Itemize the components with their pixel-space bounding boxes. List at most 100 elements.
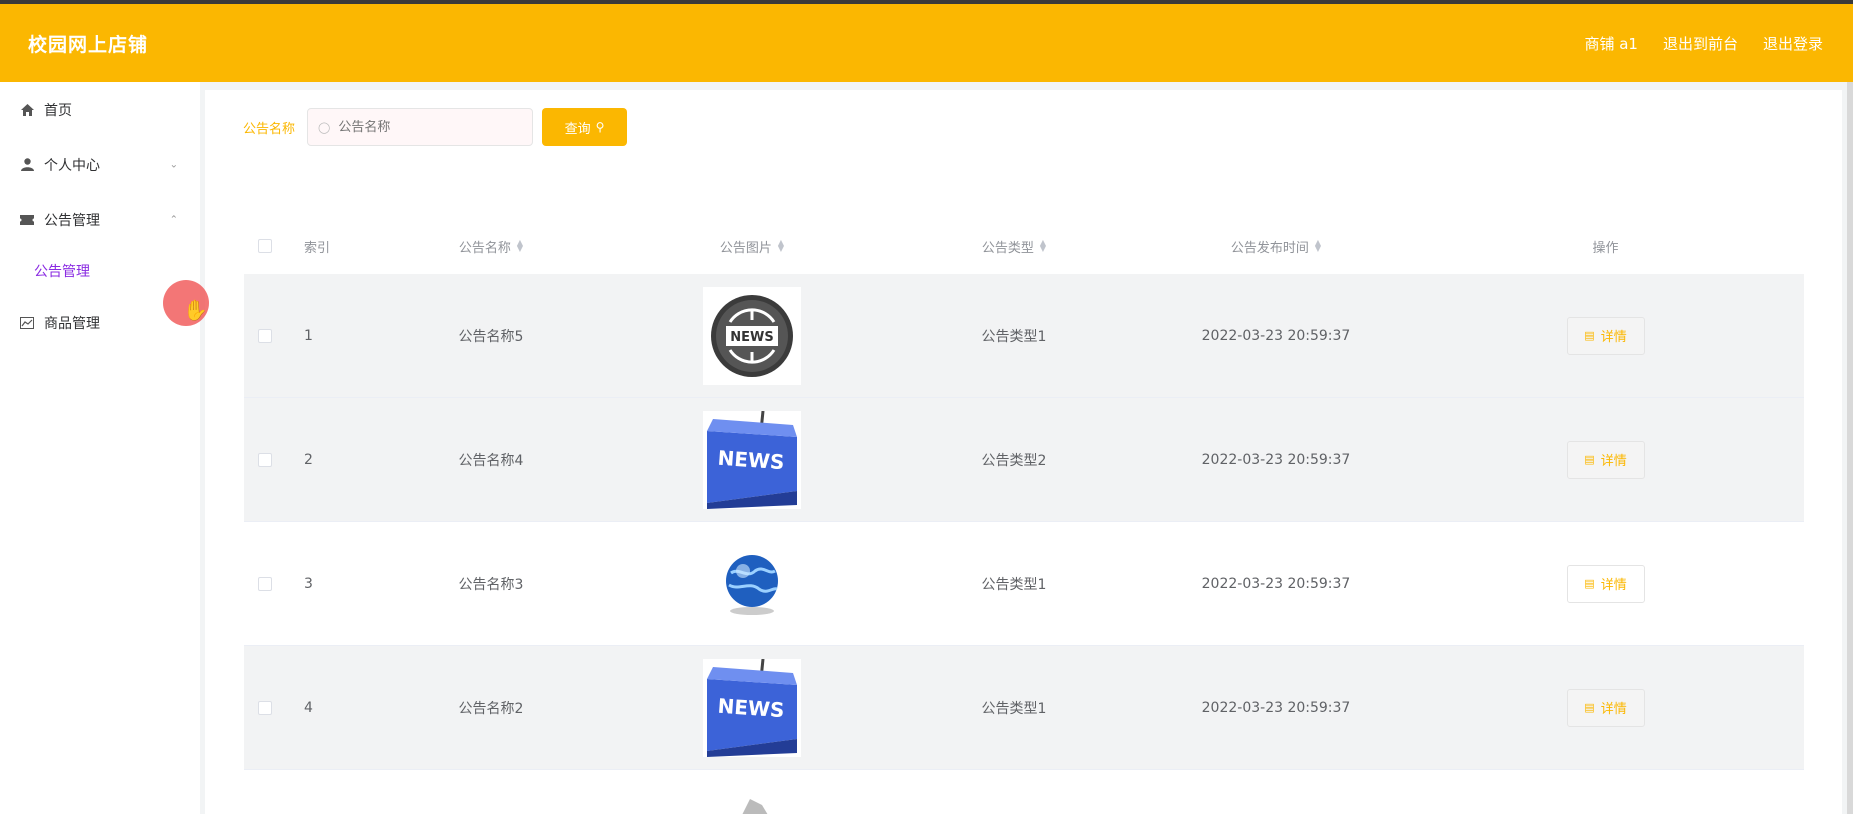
detail-button[interactable]: ▤ 详情 [1566, 564, 1645, 603]
detail-button[interactable]: ▤ 详情 [1566, 316, 1645, 355]
document-icon: ▤ [1584, 329, 1595, 342]
row-checkbox-cell [244, 700, 286, 715]
column-header-index: 索引 [304, 240, 331, 256]
search-button[interactable]: 查询 ⚲ [542, 108, 628, 146]
news-key-icon: NEWS [703, 658, 801, 757]
column-header-actions: 操作 [1592, 240, 1619, 256]
row-image-cell: NEWS [621, 410, 883, 509]
row-checkbox-cell [244, 576, 286, 591]
sidebar-item-label: 首页 [44, 102, 72, 119]
news-globe-icon: NEWS [703, 286, 801, 385]
detail-button-label: 详情 [1600, 702, 1627, 717]
search-icon: ⚲ [595, 120, 605, 134]
row-checkbox[interactable] [258, 452, 272, 467]
row-checkbox[interactable] [258, 700, 272, 715]
chart-icon [18, 316, 36, 329]
document-icon: ▤ [1584, 577, 1595, 590]
sort-icon[interactable]: ▲ ▼ [1315, 239, 1321, 253]
row-index: 2 [304, 451, 313, 468]
row-type: 公告类型1 [981, 576, 1047, 593]
row-time: 2022-03-23 20:59:37 [1201, 699, 1351, 716]
notice-table: 索引 公告名称 ▲ ▼ 公告图片 ▲ ▼ 公告类型 ▲ ▼ 公告发布时间 ▲ ▼ 操作 1 公告… [244, 218, 1804, 814]
row-time: 2022-03-23 20:59:37 [1201, 327, 1351, 344]
row-checkbox[interactable] [258, 328, 272, 343]
row-checkbox-cell [244, 452, 286, 467]
search-label: 公告名称 [243, 121, 296, 137]
row-index: 3 [304, 575, 313, 592]
detail-button[interactable]: ▤ 详情 [1566, 440, 1645, 479]
globe-icon [703, 535, 801, 633]
column-header-name[interactable]: 公告名称 ▲ ▼ [361, 237, 621, 256]
right-scrollbar-strip[interactable] [1847, 82, 1853, 814]
sidebar-item-label: 公告管理 [44, 212, 100, 229]
row-name: 公告名称2 [458, 700, 524, 717]
select-all-checkbox[interactable] [258, 239, 272, 253]
chevron-up-icon: ⌃ [169, 214, 178, 225]
detail-button-label: 详情 [1600, 330, 1627, 345]
table-row: 3 公告名称3 公告类型1 2022-03-23 20:59:37 ▤ 详情 [244, 522, 1804, 646]
row-time: 2022-03-23 20:59:37 [1201, 451, 1351, 468]
row-image-cell [621, 535, 883, 633]
table-row: 1 公告名称5 NEWS 公告类型1 2022-03-23 20:59:37 ▤… [244, 274, 1804, 398]
detail-button-label: 详情 [1600, 578, 1627, 593]
svg-text:NEWS: NEWS [730, 330, 773, 345]
row-name: 公告名称3 [458, 576, 524, 593]
search-button-label: 查询 [564, 121, 591, 137]
detail-button[interactable]: ▤ 详情 [1566, 688, 1645, 727]
sidebar-item-home[interactable]: 首页 [0, 82, 200, 137]
sort-icon[interactable]: ▲ ▼ [778, 239, 784, 253]
row-index: 1 [304, 327, 313, 344]
shop-account-link[interactable]: 商铺 a1 [1584, 33, 1638, 54]
row-image-cell [621, 785, 883, 814]
sidebar-item-profile[interactable]: 个人中心 ⌄ [0, 137, 200, 192]
news-key-icon: NEWS [703, 410, 801, 509]
row-checkbox[interactable] [258, 576, 272, 591]
hand-cursor-icon: ✋ [183, 298, 208, 322]
search-input-wrapper: ◯ [307, 108, 534, 146]
row-type: 公告类型1 [981, 328, 1047, 345]
image-icon [742, 798, 768, 814]
row-actions: ▤ 详情 [1407, 564, 1804, 603]
search-bar: 公告名称 ◯ 查询 ⚲ [243, 108, 628, 146]
row-time: 2022-03-23 20:59:37 [1201, 575, 1351, 592]
sidebar: 首页 个人中心 ⌄ 公告管理 ⌃ 公告管理 商品管理 [0, 82, 200, 814]
row-name: 公告名称4 [458, 452, 524, 469]
row-checkbox-cell [244, 328, 286, 343]
row-image-cell: NEWS [621, 286, 883, 385]
column-header-type[interactable]: 公告类型 ▲ ▼ [883, 237, 1145, 256]
sidebar-item-label: 个人中心 [44, 157, 100, 174]
user-icon [18, 158, 36, 171]
brand-title: 校园网上店铺 [28, 33, 149, 56]
search-input[interactable] [338, 119, 509, 135]
sidebar-item-label: 商品管理 [44, 315, 100, 332]
select-all-cell [244, 239, 286, 253]
logout-link[interactable]: 退出登录 [1763, 33, 1823, 54]
table-row: 2 公告名称4 NEWS 公告类型2 2022-03-23 20:59:37 ▤… [244, 398, 1804, 522]
column-header-label: 公告图片 [719, 240, 772, 256]
chevron-down-icon: ⌄ [169, 159, 178, 170]
column-header-label: 公告类型 [981, 240, 1034, 256]
row-actions: ▤ 详情 [1407, 440, 1804, 479]
svg-text:NEWS: NEWS [717, 693, 785, 722]
top-header: 校园网上店铺 商铺 a1 退出到前台 退出登录 [0, 4, 1853, 82]
row-type: 公告类型2 [981, 452, 1047, 469]
search-icon: ◯ [318, 120, 331, 134]
column-header-image[interactable]: 公告图片 ▲ ▼ [621, 237, 883, 256]
row-image-cell: NEWS [621, 658, 883, 757]
row-actions: ▤ 详情 [1407, 316, 1804, 355]
table-row [244, 770, 1804, 814]
back-to-front-link[interactable]: 退出到前台 [1663, 33, 1738, 54]
row-name: 公告名称5 [458, 328, 524, 345]
row-index: 4 [304, 699, 313, 716]
column-header-label: 公告发布时间 [1230, 240, 1309, 256]
row-actions: ▤ 详情 [1407, 688, 1804, 727]
document-icon: ▤ [1584, 453, 1595, 466]
sort-icon[interactable]: ▲ ▼ [517, 239, 523, 253]
table-row: 4 公告名称2 NEWS 公告类型1 2022-03-23 20:59:37 ▤… [244, 646, 1804, 770]
detail-button-label: 详情 [1600, 454, 1627, 469]
main-content: 公告名称 ◯ 查询 ⚲ 索引 公告名称 ▲▼ 公告图片 ▲▼ 公告类型 ▲▼ 公告发布… [205, 90, 1842, 814]
document-icon: ▤ [1584, 701, 1595, 714]
column-header-time[interactable]: 公告发布时间 ▲ ▼ [1145, 237, 1407, 256]
sort-icon[interactable]: ▲ ▼ [1040, 239, 1046, 253]
sidebar-item-notice[interactable]: 公告管理 ⌃ [0, 192, 200, 247]
